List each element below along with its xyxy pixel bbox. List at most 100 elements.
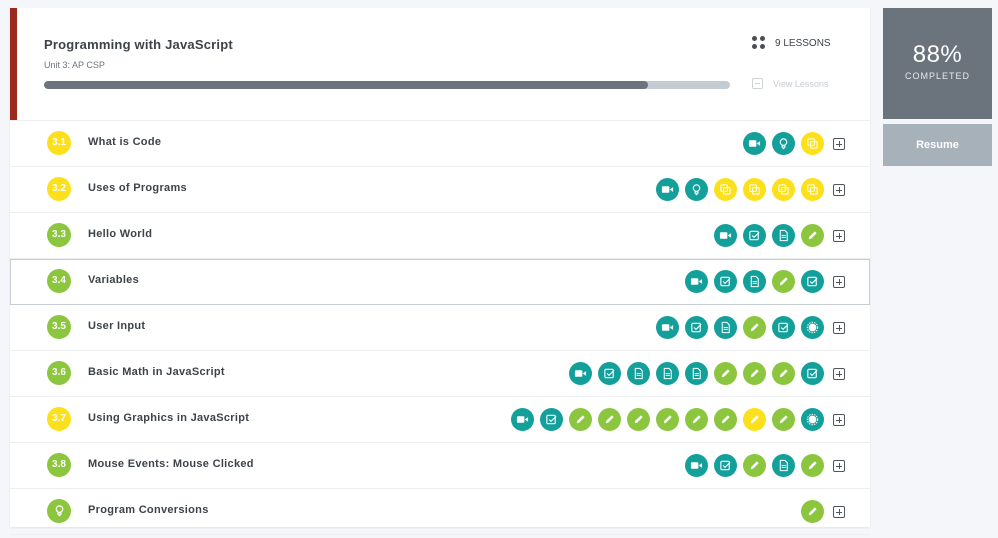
video-icon[interactable] [685,270,708,293]
expand-icon[interactable] [833,276,845,288]
lesson-title[interactable]: Using Graphics in JavaScript [88,412,249,424]
check-icon[interactable] [685,316,708,339]
lesson-title[interactable]: Hello World [88,228,152,240]
expand-icon[interactable] [833,460,845,472]
pencil-icon[interactable] [801,500,824,523]
check-icon[interactable] [714,454,737,477]
video-icon[interactable] [743,132,766,155]
activity-icons [801,500,824,523]
pencil-icon[interactable] [714,362,737,385]
expand-icon[interactable] [833,322,845,334]
check-icon[interactable] [772,316,795,339]
activity-icons [743,132,824,155]
lesson-row[interactable]: 3.7 Using Graphics in JavaScript [10,397,870,443]
pencil-icon[interactable] [772,408,795,431]
video-icon[interactable] [511,408,534,431]
pencil-icon[interactable] [801,454,824,477]
expand-icon[interactable] [833,138,845,150]
pencil-icon[interactable] [743,362,766,385]
expand-icon[interactable] [833,368,845,380]
lesson-number-badge: 3.2 [47,177,71,201]
lesson-row[interactable]: 3.1 What is Code [10,121,870,167]
expand-icon[interactable] [833,184,845,196]
doc-icon[interactable] [772,224,795,247]
check-icon[interactable] [801,270,824,293]
quiz-icon[interactable] [714,178,737,201]
lesson-title[interactable]: Mouse Events: Mouse Clicked [88,458,254,470]
pencil-icon[interactable] [569,408,592,431]
lesson-row[interactable]: 3.8 Mouse Events: Mouse Clicked [10,443,870,489]
lesson-row[interactable]: 3.6 Basic Math in JavaScript [10,351,870,397]
video-icon[interactable] [685,454,708,477]
doc-icon[interactable] [685,362,708,385]
lesson-row[interactable]: 3.5 User Input [10,305,870,351]
quiz-icon[interactable] [772,178,795,201]
pencil-icon[interactable] [772,362,795,385]
pencil-icon[interactable] [685,408,708,431]
resume-button[interactable]: Resume [883,124,992,166]
doc-icon[interactable] [627,362,650,385]
pencil-icon[interactable] [627,408,650,431]
pencil-icon[interactable] [656,408,679,431]
activity-icons [685,270,824,293]
pencil-icon[interactable] [743,316,766,339]
completion-summary: 88% COMPLETED [883,8,992,119]
pencil-icon[interactable] [743,408,766,431]
expand-icon[interactable] [833,506,845,518]
doc-icon[interactable] [656,362,679,385]
pencil-icon[interactable] [772,270,795,293]
doc-icon[interactable] [714,316,737,339]
lesson-number-badge: 3.1 [47,131,71,155]
lesson-row[interactable]: 3.4 Variables [10,259,870,305]
video-icon[interactable] [569,362,592,385]
pencil-icon[interactable] [714,408,737,431]
lesson-title[interactable]: What is Code [88,136,161,148]
lesson-row[interactable]: 3.2 Uses of Programs [10,167,870,213]
lesson-title[interactable]: Basic Math in JavaScript [88,366,225,378]
lesson-title[interactable]: Variables [88,274,139,286]
collapse-icon [752,78,763,89]
check-icon[interactable] [540,408,563,431]
doc-icon[interactable] [743,270,766,293]
bulb-icon[interactable] [772,132,795,155]
lesson-number-badge: 3.5 [47,315,71,339]
unit-title: Programming with JavaScript [44,37,233,52]
doc-icon[interactable] [772,454,795,477]
check-icon[interactable] [714,270,737,293]
badge-icon[interactable] [801,408,824,431]
check-icon[interactable] [598,362,621,385]
pencil-icon[interactable] [598,408,621,431]
lesson-row[interactable]: Program Conversions [10,489,870,535]
video-icon[interactable] [656,316,679,339]
unit-card: Programming with JavaScript Unit 3: AP C… [10,8,870,535]
lesson-number-badge: 3.4 [47,269,71,293]
lesson-row[interactable]: 3.3 Hello World [10,213,870,259]
video-icon[interactable] [714,224,737,247]
bulb-icon[interactable] [685,178,708,201]
lesson-title[interactable]: User Input [88,320,145,332]
grid-dots-icon [752,36,766,50]
unit-progress-fill [44,81,648,89]
unit-accent-bar [10,8,17,120]
lesson-title[interactable]: Program Conversions [88,504,209,516]
lesson-title[interactable]: Uses of Programs [88,182,187,194]
unit-subtitle: Unit 3: AP CSP [44,60,105,70]
lessons-count: 9 LESSONS [752,36,831,50]
quiz-icon[interactable] [801,132,824,155]
badge-icon[interactable] [801,316,824,339]
expand-icon[interactable] [833,414,845,426]
expand-icon[interactable] [833,230,845,242]
quiz-icon[interactable] [743,178,766,201]
check-icon[interactable] [801,362,824,385]
pencil-icon[interactable] [743,454,766,477]
activity-icons [714,224,824,247]
video-icon[interactable] [656,178,679,201]
check-icon[interactable] [743,224,766,247]
quiz-icon[interactable] [801,178,824,201]
pencil-icon[interactable] [801,224,824,247]
activity-icons [685,454,824,477]
lesson-list: 3.1 What is Code 3.2 Uses of Programs 3.3 Hel… [10,121,870,535]
completion-percent: 88% [912,41,963,68]
view-lessons-link[interactable]: View Lessons [752,78,828,89]
view-lessons-label: View Lessons [773,78,829,89]
